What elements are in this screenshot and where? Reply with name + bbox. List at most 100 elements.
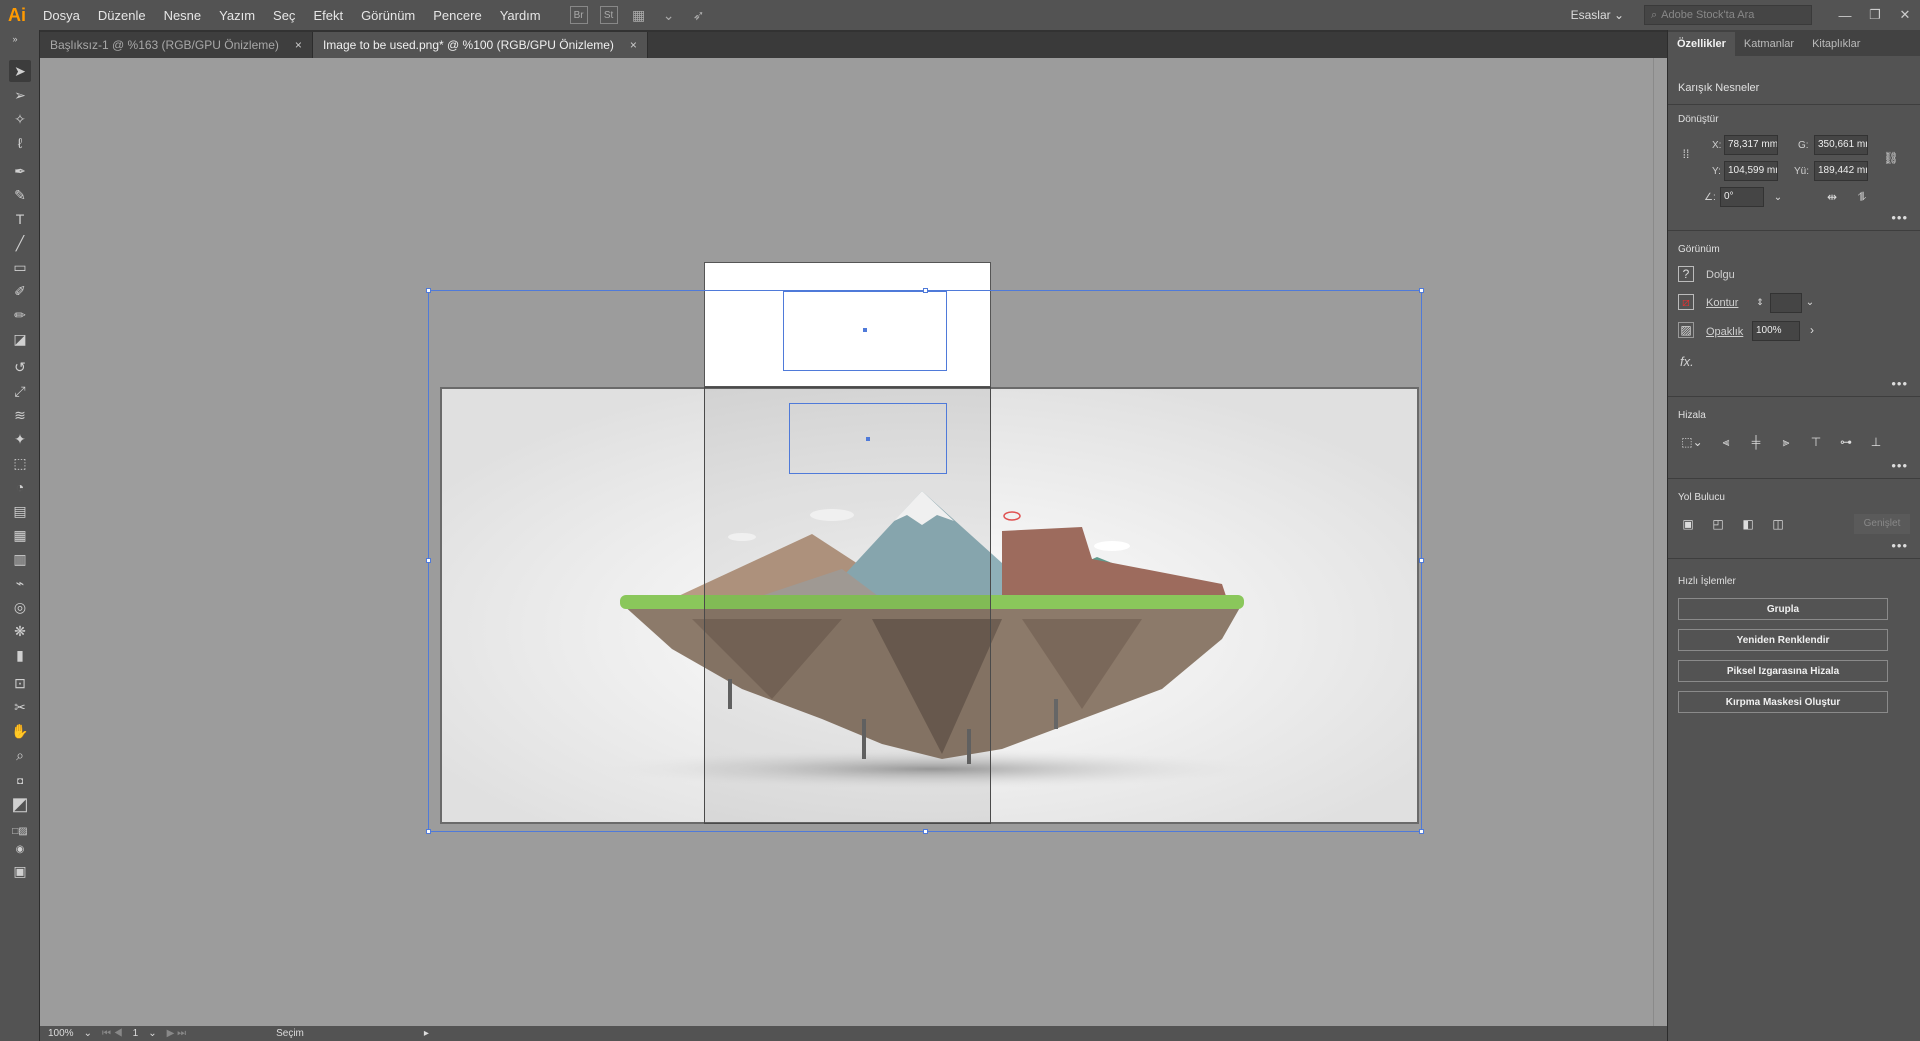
gpu-performance-icon[interactable]: ➶ — [690, 6, 708, 24]
more-options-icon[interactable]: ••• — [1891, 210, 1908, 225]
restore-icon[interactable]: ❐ — [1860, 7, 1890, 23]
resize-handle[interactable] — [1419, 288, 1424, 293]
intersect-icon[interactable]: ◧ — [1740, 516, 1756, 532]
fill-swatch-icon[interactable]: ? — [1678, 266, 1694, 282]
warp-tool-icon[interactable]: ≋ — [9, 404, 31, 426]
stepper-icon[interactable]: ⇕ — [1752, 294, 1768, 310]
more-options-icon[interactable]: ••• — [1891, 538, 1908, 553]
artboard-tool-icon[interactable]: ⊡ — [9, 672, 31, 694]
resize-handle[interactable] — [426, 288, 431, 293]
reference-point-icon[interactable]: ⁞⁞ — [1678, 146, 1694, 162]
stock-search-input[interactable]: ⌕ Adobe Stock'ta Ara — [1644, 5, 1812, 25]
menu-nesne[interactable]: Nesne — [155, 8, 211, 23]
artboard-nav-icon[interactable]: ⏮ ◀ — [102, 1028, 123, 1039]
more-options-icon[interactable]: ••• — [1891, 458, 1908, 473]
eyedropper-tool-icon[interactable]: ⌁ — [9, 572, 31, 594]
arrange-documents-icon[interactable]: ▦ — [630, 6, 648, 24]
stroke-swatch-icon[interactable]: ⧄ — [1678, 294, 1694, 310]
tab-ozellikler[interactable]: Özellikler — [1668, 32, 1735, 56]
shaper-tool-icon[interactable]: ✏ — [9, 304, 31, 326]
minimize-icon[interactable]: — — [1830, 8, 1860, 23]
resize-handle[interactable] — [923, 288, 928, 293]
chevron-down-icon[interactable]: ⌄ — [148, 1028, 156, 1039]
selection-tool-icon[interactable]: ➤ — [9, 60, 31, 82]
group-button[interactable]: Grupla — [1678, 598, 1888, 620]
vertical-scrollbar[interactable] — [1653, 58, 1667, 1026]
menu-pencere[interactable]: Pencere — [424, 8, 490, 23]
stock-icon[interactable]: St — [599, 6, 618, 24]
minus-front-icon[interactable]: ◰ — [1710, 516, 1726, 532]
bridge-icon[interactable]: Br — [569, 6, 588, 24]
y-field[interactable]: 104,599 mr — [1724, 161, 1778, 181]
resize-handle[interactable] — [1419, 558, 1424, 563]
menu-duzenle[interactable]: Düzenle — [89, 8, 155, 23]
shape-builder-tool-icon[interactable]: ◔ — [9, 476, 31, 498]
collapse-toolbar-icon[interactable]: » — [4, 34, 26, 44]
chevron-down-icon[interactable]: ⌄ — [84, 1028, 92, 1039]
align-right-icon[interactable]: ⫸ — [1778, 434, 1794, 450]
symbol-sprayer-tool-icon[interactable]: ❋ — [9, 620, 31, 642]
close-icon[interactable]: × — [295, 38, 302, 52]
menu-efekt[interactable]: Efekt — [304, 8, 352, 23]
rectangle-tool-icon[interactable]: ▭ — [9, 256, 31, 278]
tab-katmanlar[interactable]: Katmanlar — [1735, 32, 1803, 56]
resize-handle[interactable] — [426, 829, 431, 834]
chevron-right-icon[interactable]: › — [1804, 322, 1820, 338]
align-left-icon[interactable]: ⫷ — [1718, 434, 1734, 450]
gradient-tool-icon[interactable]: ▥ — [9, 548, 31, 570]
default-colors-icon[interactable]: ◘ — [9, 770, 31, 792]
more-options-icon[interactable]: ••• — [1891, 376, 1908, 391]
blend-tool-icon[interactable]: ◎ — [9, 596, 31, 618]
slice-tool-icon[interactable]: ✂ — [9, 696, 31, 718]
rotate-tool-icon[interactable]: ↺ — [9, 356, 31, 378]
type-tool-icon[interactable]: T — [9, 208, 31, 230]
close-icon[interactable]: ✕ — [1890, 7, 1920, 23]
scale-tool-icon[interactable]: ⤢ — [9, 380, 31, 402]
stroke-weight-field[interactable] — [1770, 293, 1802, 313]
curvature-tool-icon[interactable]: ✎ — [9, 184, 31, 206]
lasso-tool-icon[interactable]: ℓ — [9, 132, 31, 154]
opacity-swatch-icon[interactable]: ▨ — [1678, 322, 1694, 338]
width-field[interactable]: 350,661 mr — [1814, 135, 1868, 155]
zoom-tool-icon[interactable]: ⌕ — [9, 744, 31, 766]
magic-wand-tool-icon[interactable]: ✧ — [9, 108, 31, 130]
menu-gorunum[interactable]: Görünüm — [352, 8, 424, 23]
chevron-down-icon[interactable]: ⌄ — [660, 6, 678, 24]
menu-sec[interactable]: Seç — [264, 8, 304, 23]
angle-field[interactable]: 0° — [1720, 187, 1764, 207]
zoom-level[interactable]: 100% — [48, 1028, 74, 1039]
fill-stroke-swatch-icon[interactable]: ◩ — [6, 790, 34, 818]
close-icon[interactable]: × — [630, 38, 637, 52]
artboard-nav-next-icon[interactable]: ▶ ⏭ — [167, 1028, 186, 1039]
align-vertical-center-icon[interactable]: ⊶ — [1838, 434, 1854, 450]
constrain-proportions-icon[interactable]: ⛓ — [1883, 150, 1899, 166]
puppet-warp-tool-icon[interactable]: ✦ — [9, 428, 31, 450]
drawing-mode-icon[interactable]: ◉ — [9, 838, 31, 860]
eraser-tool-icon[interactable]: ◪ — [9, 328, 31, 350]
opacity-label[interactable]: Opaklık — [1706, 326, 1743, 338]
screen-mode-icon[interactable]: ▣ — [9, 860, 31, 882]
flip-vertical-icon[interactable]: ⥮ — [1854, 189, 1870, 205]
chevron-down-icon[interactable]: ⌄ — [1770, 189, 1786, 205]
exclude-icon[interactable]: ◫ — [1770, 516, 1786, 532]
tab-basliksiz-1[interactable]: Başlıksız-1 @ %163 (RGB/GPU Önizleme) × — [40, 32, 313, 58]
menu-dosya[interactable]: Dosya — [34, 8, 89, 23]
artboard-number[interactable]: 1 — [133, 1028, 139, 1039]
selection-bounding-box[interactable] — [428, 290, 1422, 832]
chevron-down-icon[interactable]: ⌄ — [1802, 294, 1818, 310]
align-to-pixel-grid-button[interactable]: Piksel Izgarasına Hizala — [1678, 660, 1888, 682]
canvas[interactable] — [40, 58, 1653, 1026]
effects-icon[interactable]: fx. — [1680, 354, 1694, 369]
menu-yardim[interactable]: Yardım — [491, 8, 550, 23]
align-bottom-icon[interactable]: ⊥ — [1868, 434, 1884, 450]
height-field[interactable]: 189,442 mr — [1814, 161, 1868, 181]
x-field[interactable]: 78,317 mm — [1724, 135, 1778, 155]
flip-horizontal-icon[interactable]: ⇹ — [1824, 189, 1840, 205]
paintbrush-tool-icon[interactable]: ✐ — [9, 280, 31, 302]
pen-tool-icon[interactable]: ✒ — [9, 160, 31, 182]
unite-icon[interactable]: ▣ — [1680, 516, 1696, 532]
direct-selection-tool-icon[interactable]: ➢ — [9, 84, 31, 106]
free-transform-tool-icon[interactable]: ⬚ — [9, 452, 31, 474]
perspective-grid-tool-icon[interactable]: ▤ — [9, 500, 31, 522]
stroke-label[interactable]: Kontur — [1706, 297, 1738, 309]
